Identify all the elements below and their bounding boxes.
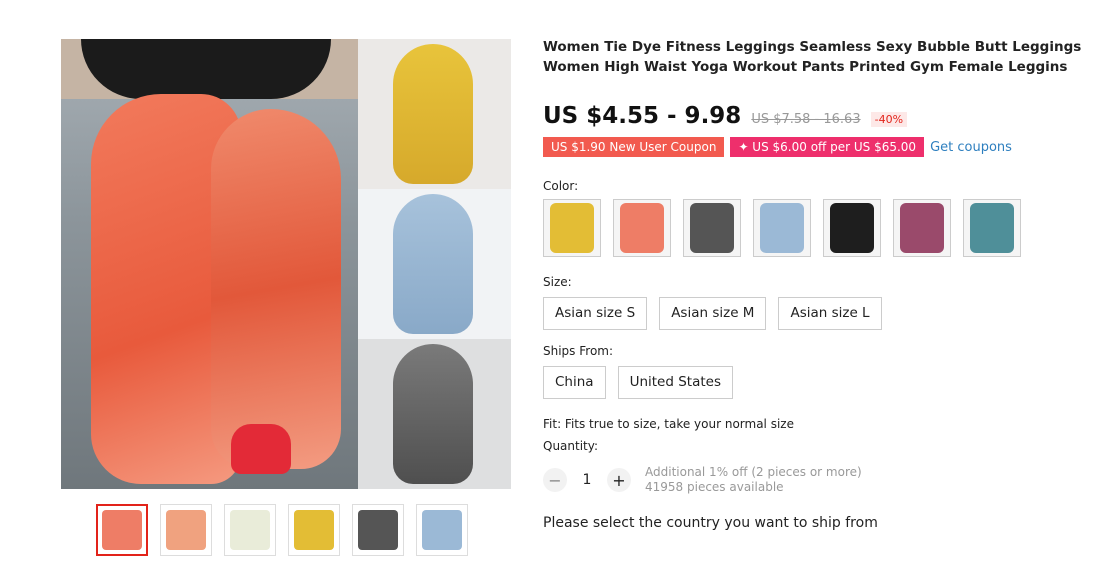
quantity-plus-button[interactable]: + [607,468,631,492]
color-option[interactable] [823,199,881,257]
product-info: Women Tie Dye Fitness Leggings Seamless … [543,37,1095,531]
color-option[interactable] [893,199,951,257]
ship-option-china[interactable]: China [543,366,606,399]
main-product-image[interactable] [61,39,358,489]
thumbnail[interactable] [96,504,148,556]
thumbnail[interactable] [416,504,468,556]
quantity-value[interactable]: 1 [581,472,593,488]
side-image-yellow[interactable] [358,39,511,189]
size-option-s[interactable]: Asian size S [543,297,648,330]
price: US $4.55 - 9.98 [543,103,742,129]
get-coupons-link[interactable]: Get coupons [930,140,1012,155]
thumbnail-swatch [102,510,142,550]
original-price: US $7.58 - 16.63 [751,112,861,127]
color-swatch [900,203,944,253]
thumbnail-swatch [294,510,334,550]
color-swatch [760,203,804,253]
side-image-grey[interactable] [358,339,511,489]
product-title: Women Tie Dye Fitness Leggings Seamless … [543,39,1082,75]
color-option[interactable] [543,199,601,257]
size-label: Size: [543,275,572,289]
color-swatch [970,203,1014,253]
color-option[interactable] [753,199,811,257]
stock-note: 41958 pieces available [645,480,784,494]
ship-country-note: Please select the country you want to sh… [543,515,878,531]
thumbnail[interactable] [288,504,340,556]
thumbnail-swatch [166,510,206,550]
thumbnail[interactable] [224,504,276,556]
quantity-minus-button[interactable]: − [543,468,567,492]
color-option[interactable] [613,199,671,257]
size-options: Asian size S Asian size M Asian size L [543,297,1095,330]
ships-from-options: China United States [543,366,1095,399]
color-option[interactable] [963,199,1021,257]
ship-option-united-states[interactable]: United States [617,366,733,399]
coupon-row: US $1.90 New User Coupon ✦ US $6.00 off … [543,137,1095,157]
thumbnail[interactable] [160,504,212,556]
thumbnail-swatch [230,510,270,550]
fit-note: Fit: Fits true to size, take your normal… [543,417,794,431]
side-image-blue[interactable] [358,189,511,339]
discount-badge: -40% [870,112,908,127]
quantity-note: Additional 1% off (2 pieces or more) 419… [645,465,862,495]
quantity-label: Quantity: [543,439,599,453]
color-option[interactable] [683,199,741,257]
thumbnail-swatch [422,510,462,550]
new-user-coupon[interactable]: US $1.90 New User Coupon [543,137,725,157]
color-swatch [830,203,874,253]
color-swatch [690,203,734,253]
color-label: Color: [543,179,579,193]
price-row: US $4.55 - 9.98 US $7.58 - 16.63 -40% [543,103,1095,129]
store-coupon[interactable]: ✦ US $6.00 off per US $65.00 [730,137,925,157]
color-options [543,199,1095,257]
color-swatch [620,203,664,253]
color-swatch [550,203,594,253]
quantity-stepper: − 1 + Additional 1% off (2 pieces or mor… [543,465,1095,495]
bulk-discount-note: Additional 1% off (2 pieces or more) [645,465,862,479]
thumbnail-swatch [358,510,398,550]
size-option-l[interactable]: Asian size L [778,297,882,330]
size-option-m[interactable]: Asian size M [659,297,767,330]
thumbnail[interactable] [352,504,404,556]
ships-from-label: Ships From: [543,344,614,358]
thumbnail-strip [96,504,468,556]
image-gallery [61,39,511,489]
